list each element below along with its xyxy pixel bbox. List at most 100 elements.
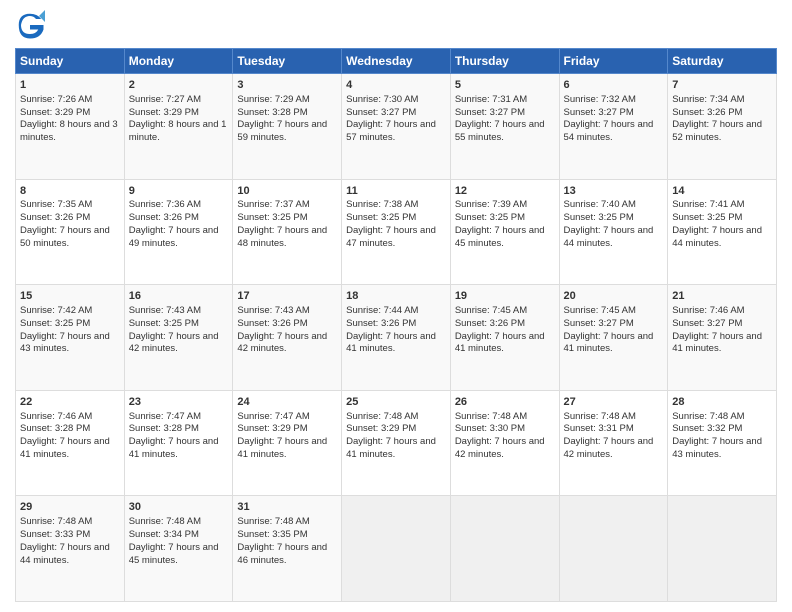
sunset-text: Sunset: 3:25 PM: [237, 212, 307, 223]
daylight-text: Daylight: 7 hours and 43 minutes.: [20, 331, 110, 355]
sunset-text: Sunset: 3:32 PM: [672, 423, 742, 434]
sunrise-text: Sunrise: 7:40 AM: [564, 199, 636, 210]
daylight-text: Daylight: 7 hours and 42 minutes.: [455, 436, 545, 460]
daylight-text: Daylight: 7 hours and 41 minutes.: [672, 331, 762, 355]
sunrise-text: Sunrise: 7:47 AM: [129, 411, 201, 422]
header: [15, 10, 777, 40]
calendar-cell: 30Sunrise: 7:48 AMSunset: 3:34 PMDayligh…: [124, 496, 233, 602]
sunrise-text: Sunrise: 7:27 AM: [129, 94, 201, 105]
daylight-text: Daylight: 7 hours and 52 minutes.: [672, 119, 762, 143]
calendar-cell: 26Sunrise: 7:48 AMSunset: 3:30 PMDayligh…: [450, 390, 559, 496]
calendar-cell: 5Sunrise: 7:31 AMSunset: 3:27 PMDaylight…: [450, 74, 559, 180]
day-number: 30: [129, 500, 229, 515]
sunrise-text: Sunrise: 7:44 AM: [346, 305, 418, 316]
calendar-table: SundayMondayTuesdayWednesdayThursdayFrid…: [15, 48, 777, 602]
daylight-text: Daylight: 7 hours and 45 minutes.: [129, 542, 219, 566]
sunrise-text: Sunrise: 7:30 AM: [346, 94, 418, 105]
day-number: 17: [237, 289, 337, 304]
calendar-cell: 25Sunrise: 7:48 AMSunset: 3:29 PMDayligh…: [342, 390, 451, 496]
sunset-text: Sunset: 3:25 PM: [564, 212, 634, 223]
sunset-text: Sunset: 3:25 PM: [455, 212, 525, 223]
daylight-text: Daylight: 7 hours and 48 minutes.: [237, 225, 327, 249]
calendar-cell: 20Sunrise: 7:45 AMSunset: 3:27 PMDayligh…: [559, 285, 668, 391]
calendar-cell: [668, 496, 777, 602]
calendar-cell: 13Sunrise: 7:40 AMSunset: 3:25 PMDayligh…: [559, 179, 668, 285]
sunset-text: Sunset: 3:31 PM: [564, 423, 634, 434]
day-number: 14: [672, 184, 772, 199]
calendar-cell: 8Sunrise: 7:35 AMSunset: 3:26 PMDaylight…: [16, 179, 125, 285]
day-header-sunday: Sunday: [16, 49, 125, 74]
daylight-text: Daylight: 7 hours and 46 minutes.: [237, 542, 327, 566]
daylight-text: Daylight: 7 hours and 49 minutes.: [129, 225, 219, 249]
daylight-text: Daylight: 8 hours and 3 minutes.: [20, 119, 118, 143]
calendar-cell: 14Sunrise: 7:41 AMSunset: 3:25 PMDayligh…: [668, 179, 777, 285]
calendar-cell: 3Sunrise: 7:29 AMSunset: 3:28 PMDaylight…: [233, 74, 342, 180]
sunset-text: Sunset: 3:25 PM: [129, 318, 199, 329]
sunrise-text: Sunrise: 7:32 AM: [564, 94, 636, 105]
calendar-cell: 2Sunrise: 7:27 AMSunset: 3:29 PMDaylight…: [124, 74, 233, 180]
day-number: 15: [20, 289, 120, 304]
sunrise-text: Sunrise: 7:47 AM: [237, 411, 309, 422]
calendar-cell: 24Sunrise: 7:47 AMSunset: 3:29 PMDayligh…: [233, 390, 342, 496]
sunrise-text: Sunrise: 7:45 AM: [455, 305, 527, 316]
day-number: 10: [237, 184, 337, 199]
calendar-cell: 12Sunrise: 7:39 AMSunset: 3:25 PMDayligh…: [450, 179, 559, 285]
sunrise-text: Sunrise: 7:42 AM: [20, 305, 92, 316]
calendar-header-row: SundayMondayTuesdayWednesdayThursdayFrid…: [16, 49, 777, 74]
sunset-text: Sunset: 3:26 PM: [20, 212, 90, 223]
day-number: 23: [129, 395, 229, 410]
day-number: 1: [20, 78, 120, 93]
calendar-cell: 28Sunrise: 7:48 AMSunset: 3:32 PMDayligh…: [668, 390, 777, 496]
day-number: 9: [129, 184, 229, 199]
sunrise-text: Sunrise: 7:36 AM: [129, 199, 201, 210]
sunset-text: Sunset: 3:29 PM: [237, 423, 307, 434]
day-number: 29: [20, 500, 120, 515]
daylight-text: Daylight: 7 hours and 41 minutes.: [455, 331, 545, 355]
sunset-text: Sunset: 3:27 PM: [564, 318, 634, 329]
sunrise-text: Sunrise: 7:26 AM: [20, 94, 92, 105]
daylight-text: Daylight: 7 hours and 44 minutes.: [672, 225, 762, 249]
calendar-week-3: 15Sunrise: 7:42 AM Sunset: 3:25 PM Dayligh…: [16, 285, 777, 391]
sunset-text: Sunset: 3:26 PM: [129, 212, 199, 223]
daylight-text: Daylight: 7 hours and 42 minutes.: [129, 331, 219, 355]
logo: [15, 10, 51, 40]
day-number: 22: [20, 395, 120, 410]
sunset-text: Sunset: 3:30 PM: [455, 423, 525, 434]
day-number: 27: [564, 395, 664, 410]
daylight-text: Daylight: 7 hours and 44 minutes.: [20, 542, 110, 566]
sunrise-text: Sunrise: 7:29 AM: [237, 94, 309, 105]
daylight-text: Daylight: 7 hours and 59 minutes.: [237, 119, 327, 143]
daylight-text: Daylight: 7 hours and 47 minutes.: [346, 225, 436, 249]
calendar-cell: 22Sunrise: 7:46 AMSunset: 3:28 PMDayligh…: [16, 390, 125, 496]
sunset-text: Sunset: 3:35 PM: [237, 529, 307, 540]
calendar-week-2: 8Sunrise: 7:35 AMSunset: 3:26 PMDaylight…: [16, 179, 777, 285]
day-number: 16: [129, 289, 229, 304]
sunset-text: Sunset: 3:27 PM: [564, 107, 634, 118]
day-number: 2: [129, 78, 229, 93]
calendar-cell: 10Sunrise: 7:37 AMSunset: 3:25 PMDayligh…: [233, 179, 342, 285]
calendar-cell: 21Sunrise: 7:46 AMSunset: 3:27 PMDayligh…: [668, 285, 777, 391]
day-header-friday: Friday: [559, 49, 668, 74]
day-number: 28: [672, 395, 772, 410]
sunset-text: Sunset: 3:26 PM: [455, 318, 525, 329]
sunset-text: Sunset: 3:25 PM: [672, 212, 742, 223]
calendar-cell: [342, 496, 451, 602]
sunset-text: Sunset: 3:28 PM: [20, 423, 90, 434]
sunset-text: Sunset: 3:27 PM: [346, 107, 416, 118]
day-number: 20: [564, 289, 664, 304]
sunset-text: Sunset: 3:33 PM: [20, 529, 90, 540]
day-number: 13: [564, 184, 664, 199]
sunrise-text: Sunrise: 7:48 AM: [564, 411, 636, 422]
sunset-text: Sunset: 3:27 PM: [455, 107, 525, 118]
sunrise-text: Sunrise: 7:48 AM: [20, 516, 92, 527]
sunset-text: Sunset: 3:29 PM: [129, 107, 199, 118]
daylight-text: Daylight: 7 hours and 43 minutes.: [672, 436, 762, 460]
calendar-cell: [559, 496, 668, 602]
calendar-cell: 9Sunrise: 7:36 AM Sunset: 3:26 PM Daylight…: [124, 179, 233, 285]
day-header-saturday: Saturday: [668, 49, 777, 74]
daylight-text: Daylight: 7 hours and 42 minutes.: [237, 331, 327, 355]
daylight-text: Daylight: 7 hours and 55 minutes.: [455, 119, 545, 143]
sunset-text: Sunset: 3:29 PM: [20, 107, 90, 118]
sunrise-text: Sunrise: 7:43 AM: [129, 305, 201, 316]
sunrise-text: Sunrise: 7:48 AM: [129, 516, 201, 527]
